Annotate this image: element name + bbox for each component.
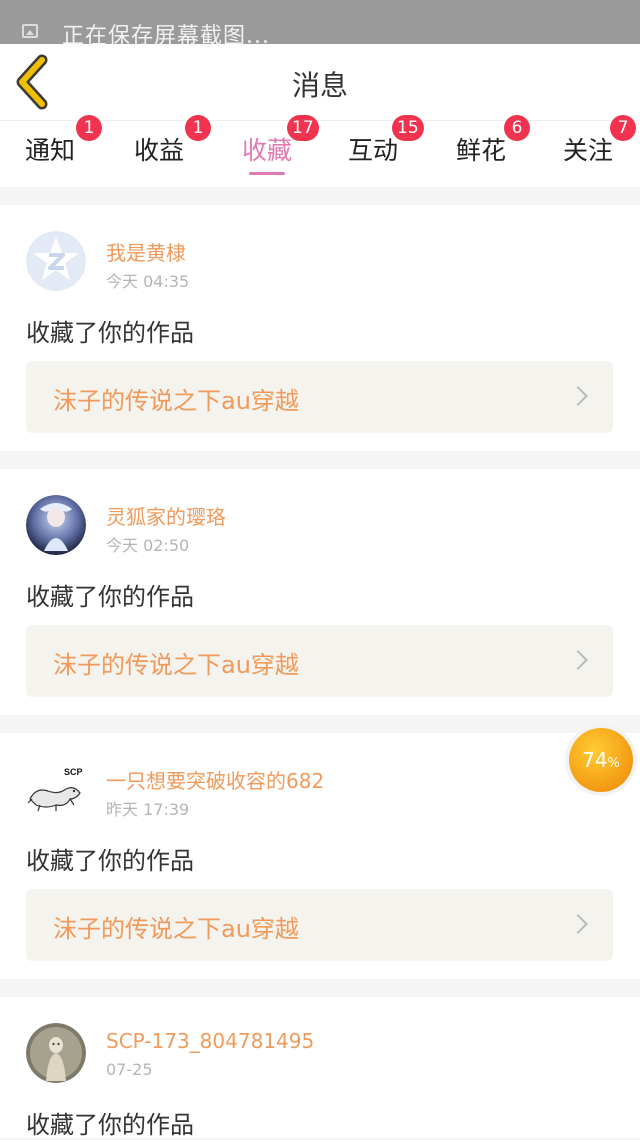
- tab-earnings[interactable]: 收益 1: [109, 115, 211, 187]
- tab-badge: 6: [504, 115, 530, 141]
- avatar[interactable]: [26, 231, 86, 291]
- action-text: 收藏了你的作品: [26, 1111, 194, 1139]
- svg-text:SCP: SCP: [64, 767, 83, 777]
- timestamp: 今天 02:50: [106, 536, 190, 555]
- action-text: 收藏了你的作品: [26, 847, 194, 875]
- header: 消息: [0, 44, 640, 121]
- tab-badge: 17: [287, 115, 319, 141]
- action-text: 收藏了你的作品: [26, 319, 194, 347]
- avatar[interactable]: SCP: [26, 759, 86, 819]
- work-link[interactable]: 沫子的传说之下au穿越: [26, 361, 613, 433]
- scp-173-avatar-icon: [26, 1023, 86, 1083]
- tab-follow[interactable]: 关注 7: [538, 115, 638, 187]
- action-text: 收藏了你的作品: [26, 583, 194, 611]
- work-title: 沫子的传说之下au穿越: [53, 915, 299, 943]
- username-link[interactable]: SCP-173_804781495: [106, 1029, 314, 1053]
- image-icon: [22, 24, 38, 38]
- progress-value: 74: [582, 748, 608, 772]
- anime-avatar-icon: [26, 495, 86, 555]
- username-link[interactable]: 灵狐家的璎珞: [106, 501, 226, 530]
- message-card: SCP 一只想要突破收容的682 昨天 17:39 收藏了你的作品 沫子的传说之…: [0, 733, 640, 979]
- avatar[interactable]: [26, 495, 86, 555]
- chevron-right-icon: [568, 914, 588, 934]
- page-title: 消息: [291, 69, 348, 102]
- avatar[interactable]: [26, 1023, 86, 1083]
- work-title: 沫子的传说之下au穿越: [53, 387, 299, 415]
- tab-flowers[interactable]: 鲜花 6: [431, 115, 531, 187]
- work-link[interactable]: 沫子的传说之下au穿越: [26, 889, 613, 961]
- tab-badge: 1: [76, 115, 102, 141]
- progress-unit: %: [607, 756, 620, 771]
- timestamp: 昨天 17:39: [106, 800, 190, 819]
- active-tab-indicator: [249, 172, 285, 175]
- username-link[interactable]: 我是黄棣: [106, 237, 186, 266]
- tab-interaction[interactable]: 互动 15: [323, 115, 424, 187]
- username-link[interactable]: 一只想要突破收容的682: [106, 765, 324, 794]
- tab-badge: 7: [610, 115, 636, 141]
- chevron-right-icon: [568, 650, 588, 670]
- tab-favorites[interactable]: 收藏 17: [217, 115, 319, 187]
- progress-ball[interactable]: 74%: [565, 724, 637, 796]
- status-bar: 正在保存屏幕截图...: [0, 0, 640, 44]
- timestamp: 今天 04:35: [106, 272, 190, 291]
- tab-notice[interactable]: 通知 1: [0, 115, 102, 187]
- tab-badge: 15: [392, 115, 424, 141]
- message-card: SCP-173_804781495 07-25 收藏了你的作品: [0, 997, 640, 1139]
- timestamp: 07-25: [106, 1060, 153, 1079]
- work-title: 沫子的传说之下au穿越: [53, 651, 299, 679]
- status-text: 正在保存屏幕截图...: [62, 24, 270, 44]
- chevron-right-icon: [568, 386, 588, 406]
- scp-lizard-avatar-icon: SCP: [26, 759, 86, 819]
- message-card: 我是黄棣 今天 04:35 收藏了你的作品 沫子的传说之下au穿越: [0, 205, 640, 451]
- tab-badge: 1: [185, 115, 211, 141]
- progress-ball-face: 74%: [569, 728, 633, 792]
- work-link[interactable]: 沫子的传说之下au穿越: [26, 625, 613, 697]
- message-card: 灵狐家的璎珞 今天 02:50 收藏了你的作品 沫子的传说之下au穿越: [0, 469, 640, 715]
- default-avatar-icon: [26, 231, 86, 291]
- tab-bar: 通知 1 收益 1 收藏 17 互动 15 鲜花 6 关注 7: [0, 115, 640, 187]
